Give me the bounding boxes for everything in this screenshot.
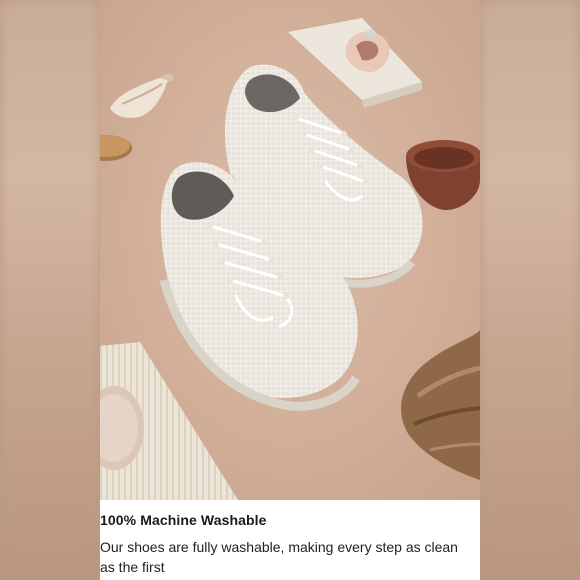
product-card: 100% Machine Washable Our shoes are full… [100,0,480,580]
blurred-side-right [480,0,580,580]
caption-body: Our shoes are fully washable, making eve… [100,539,458,575]
blurred-side-left [0,0,100,580]
caption-title: 100% Machine Washable [100,512,267,528]
product-photo [100,0,480,500]
